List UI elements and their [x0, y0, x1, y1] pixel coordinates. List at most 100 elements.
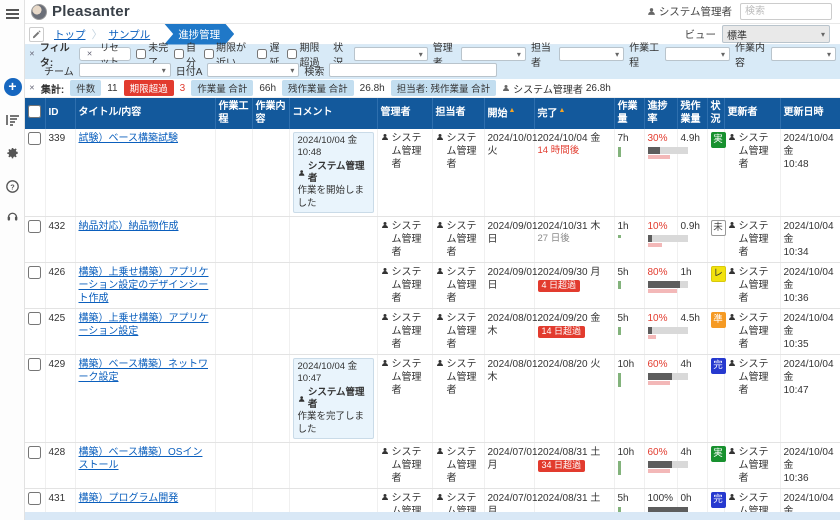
row-checkbox[interactable] — [28, 492, 41, 505]
overdue-badge: 期限超過 — [124, 80, 174, 96]
row-checkbox[interactable] — [28, 220, 41, 233]
header-title[interactable]: タイトル/内容 — [75, 98, 215, 129]
cell-manager: システム管理者 — [377, 443, 432, 489]
cell-process — [215, 129, 252, 217]
global-search-input[interactable] — [740, 3, 832, 20]
cell-id: 429 — [45, 355, 75, 443]
updated-date: 2024/10/04 金 — [784, 132, 840, 158]
assignee-name: システム管理者 — [513, 81, 583, 96]
cell-process — [215, 309, 252, 355]
manager-user: システム管理者 — [381, 312, 429, 351]
task-link[interactable]: 構築）プログラム開発 — [79, 493, 179, 504]
person-icon — [647, 7, 656, 16]
help-icon[interactable]: ? — [0, 180, 25, 193]
row-select-cell — [25, 217, 45, 263]
remaining-total-value: 26.8h — [360, 83, 385, 94]
logo-avatar — [31, 4, 47, 20]
header-content[interactable]: 作業内容 — [252, 98, 289, 129]
aggregation-collapse-icon[interactable]: ✕ — [29, 84, 35, 92]
cell-updater: システム管理者 — [724, 443, 780, 489]
header-progress[interactable]: 進捗率 — [644, 98, 677, 129]
person-icon — [381, 267, 389, 275]
cell-updated-datetime: 2024/10/04 金10:35 — [780, 309, 840, 355]
work-hours: 7h — [618, 133, 629, 144]
row-checkbox[interactable] — [28, 266, 41, 279]
row-checkbox[interactable] — [28, 446, 41, 459]
chevron-down-icon: ▾ — [419, 50, 423, 59]
create-new-button[interactable]: + — [0, 78, 25, 96]
headset-support-icon[interactable] — [0, 210, 25, 223]
assignee-filter-label: 担当者 — [531, 39, 554, 69]
filter-search-input[interactable] — [329, 63, 497, 77]
header-process[interactable]: 作業工程 — [215, 98, 252, 129]
task-link[interactable]: 構築）ベース構築）OSインストール — [79, 447, 203, 471]
app-logo[interactable]: Pleasanter — [25, 3, 130, 20]
cell-process — [215, 355, 252, 443]
index-list-icon[interactable] — [0, 114, 25, 126]
cell-work-amount: 1h — [614, 217, 644, 263]
cell-assignee: システム管理者 — [432, 443, 484, 489]
cell-process — [215, 263, 252, 309]
header-comment[interactable]: コメント — [289, 98, 377, 129]
row-checkbox[interactable] — [28, 312, 41, 325]
header-updated[interactable]: 更新日時 — [780, 98, 840, 129]
task-link[interactable]: 構築）上乗せ構築）アプリケーション設定 — [79, 313, 209, 337]
person-icon — [298, 169, 305, 177]
progress-percent: 60% — [648, 359, 668, 370]
manager-user: システム管理者 — [381, 220, 429, 259]
header-updater[interactable]: 更新者 — [724, 98, 780, 129]
cell-status: レ — [707, 263, 724, 309]
row-checkbox[interactable] — [28, 358, 41, 371]
task-link[interactable]: 構築）上乗せ構築）アプリケーション設定のデザインシート作成 — [79, 267, 209, 304]
table-row: 426構築）上乗せ構築）アプリケーション設定のデザインシート作成システム管理者シ… — [25, 263, 840, 309]
header-work[interactable]: 作業量 — [614, 98, 644, 129]
current-user[interactable]: システム管理者 — [647, 4, 732, 19]
manager-user: システム管理者 — [381, 358, 429, 397]
checkbox[interactable] — [287, 49, 297, 59]
process-filter-select[interactable]: ▾ — [665, 47, 730, 61]
hamburger-menu-icon[interactable] — [0, 7, 25, 21]
assignee-filter-select[interactable]: ▾ — [559, 47, 624, 61]
header-start[interactable]: 開始▲ — [484, 98, 534, 129]
cell-updated-datetime: 2024/10/04 金10:36 — [780, 263, 840, 309]
header-assignee[interactable]: 担当者 — [432, 98, 484, 129]
manager-filter-select[interactable]: ▾ — [461, 47, 526, 61]
checkbox[interactable] — [204, 49, 214, 59]
dateA-filter-select[interactable]: ▾ — [207, 63, 299, 77]
cell-end-date: 2024/08/31 土34 日超過 — [534, 443, 614, 489]
row-checkbox[interactable] — [28, 132, 41, 145]
comment-box: 2024/10/04 金 10:48システム管理者作業を開始しました — [293, 132, 374, 213]
team-filter-label: チーム — [44, 63, 74, 78]
chevron-down-icon: ▾ — [821, 30, 825, 39]
header-id[interactable]: ID — [45, 98, 75, 129]
end-date: 2024/08/20 火 — [538, 358, 611, 371]
checkbox[interactable] — [174, 49, 184, 59]
status-badge: 準 — [711, 312, 726, 328]
task-link[interactable]: 試験）ベース構築試験 — [79, 133, 179, 144]
status-filter-select[interactable]: ▾ — [354, 47, 428, 61]
reset-button[interactable]: ✕リセット — [79, 47, 132, 61]
header-end[interactable]: 完了▲ — [534, 98, 614, 129]
end-date: 2024/10/31 木 — [538, 220, 611, 233]
settings-gear-icon[interactable] — [0, 148, 25, 161]
manager-user: システム管理者 — [381, 446, 429, 485]
person-icon — [381, 493, 389, 501]
status-badge: 実 — [711, 446, 726, 462]
cell-assignee: システム管理者 — [432, 309, 484, 355]
header-status[interactable]: 状況 — [707, 98, 724, 129]
comment-user: システム管理者 — [298, 387, 369, 412]
task-link[interactable]: 納品対応）納品物作成 — [79, 221, 179, 232]
content-filter-select[interactable]: ▾ — [771, 47, 836, 61]
select-all-checkbox[interactable] — [28, 105, 41, 118]
header-remaining[interactable]: 残作業量 — [677, 98, 707, 129]
work-hours: 1h — [618, 221, 629, 232]
task-link[interactable]: 構築）ベース構築）ネットワーク設定 — [79, 359, 209, 383]
cell-start-date: 2024/09/01 日 — [484, 263, 534, 309]
checkbox[interactable] — [136, 49, 146, 59]
cell-id: 425 — [45, 309, 75, 355]
header-manager[interactable]: 管理者 — [377, 98, 432, 129]
updated-date: 2024/10/04 金 — [784, 446, 840, 472]
team-filter-select[interactable]: ▾ — [79, 63, 171, 77]
checkbox[interactable] — [257, 49, 267, 59]
filter-collapse-icon[interactable]: ✕ — [29, 50, 35, 58]
